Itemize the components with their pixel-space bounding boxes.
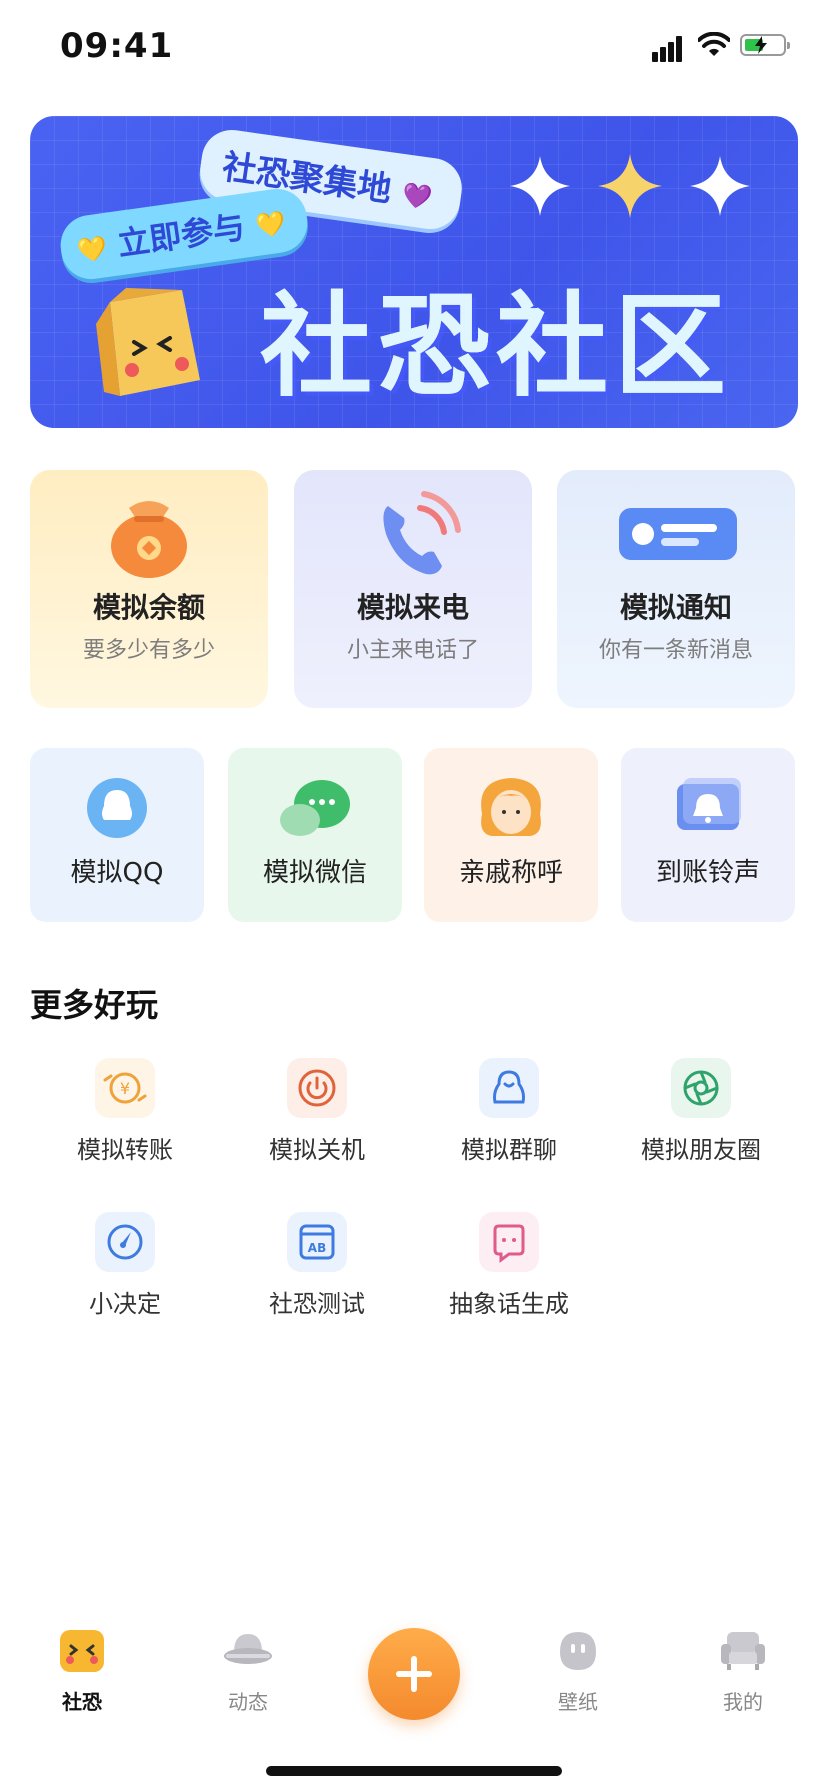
card-payment-ringtone-title: 到账铃声 xyxy=(655,858,760,888)
home-indicator[interactable] xyxy=(266,1766,562,1776)
bell-icon xyxy=(677,778,741,830)
status-time: 09:41 xyxy=(60,26,174,66)
card-mock-notification[interactable]: 模拟通知 你有一条新消息 xyxy=(557,470,795,708)
banner-join-text: 立即参与 xyxy=(115,207,248,264)
paper-bag-mascot-icon xyxy=(96,288,200,396)
tab-social[interactable]: 社恐 xyxy=(27,1628,137,1715)
card-mock-wechat[interactable]: 模拟微信 xyxy=(228,748,402,922)
tab-feed-label: 动态 xyxy=(228,1690,268,1714)
money-bag-icon xyxy=(111,501,187,578)
cellular-signal-icon xyxy=(652,34,688,62)
tool-mock-moments[interactable]: 模拟朋友圈 xyxy=(605,1058,797,1188)
wechat-icon xyxy=(280,780,350,836)
tool-mock-transfer[interactable]: ¥ 模拟转账 xyxy=(29,1058,221,1188)
notification-card-icon xyxy=(619,508,737,560)
tool-abstract-talk-generator[interactable]: 抽象话生成 xyxy=(413,1212,605,1342)
card-mock-qq-title: 模拟QQ xyxy=(70,858,164,888)
mascot-icon xyxy=(60,1630,104,1672)
group-chat-icon xyxy=(479,1058,539,1118)
ghost-icon xyxy=(560,1632,596,1670)
tab-wallpaper-label: 壁纸 xyxy=(558,1690,598,1714)
tool-mock-shutdown-label: 模拟关机 xyxy=(269,1136,365,1164)
tool-mock-transfer-label: 模拟转账 xyxy=(77,1136,173,1164)
ufo-icon xyxy=(224,1634,272,1664)
tab-mine[interactable]: 我的 xyxy=(688,1628,798,1715)
card-relative-names[interactable]: 亲戚称呼 xyxy=(424,748,598,922)
section-title-more: 更多好玩 xyxy=(30,986,159,1024)
compass-icon xyxy=(95,1212,155,1272)
status-bar: 09:41 xyxy=(0,0,828,100)
wifi-icon xyxy=(698,32,730,56)
tool-mock-moments-label: 模拟朋友圈 xyxy=(641,1136,761,1164)
card-mock-balance-title: 模拟余额 xyxy=(92,591,205,624)
purple-heart-icon: 💜 xyxy=(400,179,435,212)
card-payment-ringtone[interactable]: 到账铃声 xyxy=(621,748,795,922)
yellow-heart-icon: 💛 xyxy=(253,208,288,241)
card-mock-balance[interactable]: 模拟余额 要多少有多少 xyxy=(30,470,268,708)
sofa-icon xyxy=(721,1632,765,1670)
svg-text:¥: ¥ xyxy=(120,1079,130,1098)
relative-face-icon xyxy=(481,778,541,836)
tool-mock-group-chat-label: 模拟群聊 xyxy=(461,1136,557,1164)
card-mock-notification-title: 模拟通知 xyxy=(619,591,732,624)
battery-icon xyxy=(740,34,790,56)
tool-social-anxiety-test-label: 社恐测试 xyxy=(269,1290,365,1318)
tab-wallpaper[interactable]: 壁纸 xyxy=(523,1628,633,1715)
card-relative-names-title: 亲戚称呼 xyxy=(458,858,563,888)
card-mock-qq[interactable]: 模拟QQ xyxy=(30,748,204,922)
transfer-icon: ¥ xyxy=(95,1058,155,1118)
tool-mock-group-chat[interactable]: 模拟群聊 xyxy=(413,1058,605,1188)
tab-mine-label: 我的 xyxy=(723,1690,763,1714)
power-icon xyxy=(287,1058,347,1118)
tab-feed[interactable]: 动态 xyxy=(193,1628,303,1715)
banner-title: 社恐社区 xyxy=(260,282,732,412)
tool-small-decision-label: 小决定 xyxy=(89,1290,161,1318)
card-mock-call-title: 模拟来电 xyxy=(356,591,469,624)
card-mock-notification-subtitle: 你有一条新消息 xyxy=(598,638,753,663)
svg-text:AB: AB xyxy=(308,1241,326,1255)
tab-social-label: 社恐 xyxy=(62,1690,102,1714)
face-icon xyxy=(479,1212,539,1272)
tool-small-decision[interactable]: 小决定 xyxy=(29,1212,221,1342)
tool-abstract-talk-generator-label: 抽象话生成 xyxy=(449,1290,569,1318)
yellow-heart-icon: 💛 xyxy=(75,233,110,266)
community-banner[interactable]: 社恐聚集地 💜 💛 立即参与 💛 社恐社区 xyxy=(30,116,798,428)
add-button[interactable] xyxy=(368,1628,460,1720)
ab-test-icon: AB xyxy=(287,1212,347,1272)
qq-icon xyxy=(87,778,147,838)
sparkle-stars-icon xyxy=(510,154,750,218)
tool-mock-shutdown[interactable]: 模拟关机 xyxy=(221,1058,413,1188)
card-mock-call-subtitle: 小主来电话了 xyxy=(346,638,479,663)
phone-icon xyxy=(383,491,461,575)
moments-icon xyxy=(671,1058,731,1118)
card-mock-balance-subtitle: 要多少有多少 xyxy=(82,638,215,663)
card-mock-wechat-title: 模拟微信 xyxy=(262,858,367,888)
card-mock-call[interactable]: 模拟来电 小主来电话了 xyxy=(294,470,532,708)
tool-social-anxiety-test[interactable]: AB 社恐测试 xyxy=(221,1212,413,1342)
